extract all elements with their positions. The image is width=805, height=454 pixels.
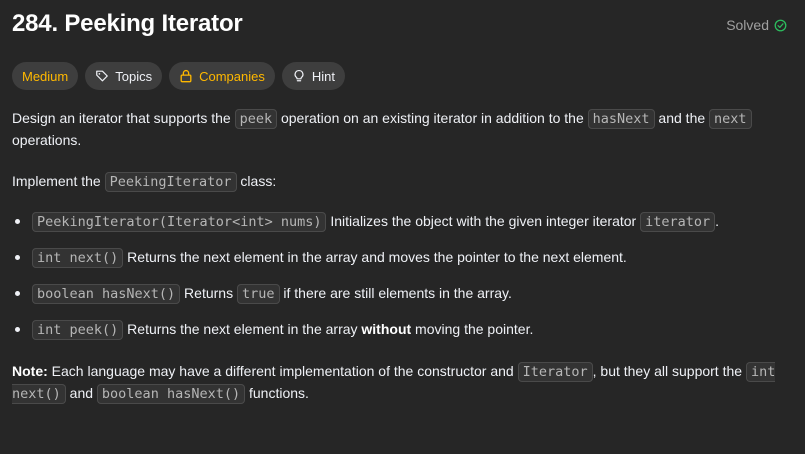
hint-label: Hint: [311, 68, 335, 84]
inline-code: hasNext: [587, 109, 655, 129]
inline-code: PeekingIterator: [104, 172, 237, 192]
problem-tags: Medium Topics Companies Hint: [12, 62, 345, 90]
list-item: boolean hasNext() Returns true if there …: [12, 283, 793, 319]
lock-icon: [179, 69, 193, 83]
list-item: int peek() Returns the next element in t…: [12, 319, 793, 355]
list-item: int next() Returns the next element in t…: [12, 247, 793, 283]
lightbulb-icon: [292, 69, 306, 83]
inline-code: Iterator: [517, 362, 593, 382]
topics-label: Topics: [115, 68, 153, 84]
solved-label: Solved: [726, 17, 769, 33]
inline-code: boolean hasNext(): [96, 384, 246, 404]
check-circle-icon: [774, 19, 787, 32]
note-label: Note:: [12, 363, 48, 379]
hint-button[interactable]: Hint: [281, 62, 345, 90]
tag-icon: [95, 69, 109, 83]
list-item: PeekingIterator(Iterator<int> nums) Init…: [12, 211, 793, 247]
note-paragraph: Note: Each language may have a different…: [12, 362, 776, 404]
difficulty-label: Medium: [22, 68, 69, 84]
difficulty-badge[interactable]: Medium: [12, 62, 79, 90]
inline-code: iterator: [640, 212, 716, 232]
inline-code: next: [709, 109, 752, 129]
method-list: PeekingIterator(Iterator<int> nums) Init…: [12, 211, 793, 355]
inline-code: peek: [234, 109, 278, 129]
inline-code: true: [236, 284, 280, 304]
problem-content: Design an iterator that supports the pee…: [12, 108, 793, 405]
inline-code: PeekingIterator(Iterator<int> nums): [32, 212, 327, 232]
inline-code: boolean hasNext(): [32, 284, 181, 304]
bold-text: without: [361, 321, 412, 337]
inline-code: int next(): [32, 248, 124, 268]
companies-label: Companies: [199, 68, 265, 84]
solved-status: Solved: [726, 17, 787, 33]
description-paragraph: Design an iterator that supports the pee…: [12, 108, 793, 151]
problem-description-panel: 284. Peeking Iterator Solved Medium Topi…: [12, 0, 793, 404]
problem-header: 284. Peeking Iterator Solved: [12, 0, 793, 52]
topics-button[interactable]: Topics: [85, 62, 163, 90]
problem-title[interactable]: 284. Peeking Iterator: [12, 10, 243, 38]
inline-code: int peek(): [32, 320, 124, 340]
implement-paragraph: Implement the PeekingIterator class:: [12, 172, 277, 192]
companies-button[interactable]: Companies: [169, 62, 275, 90]
